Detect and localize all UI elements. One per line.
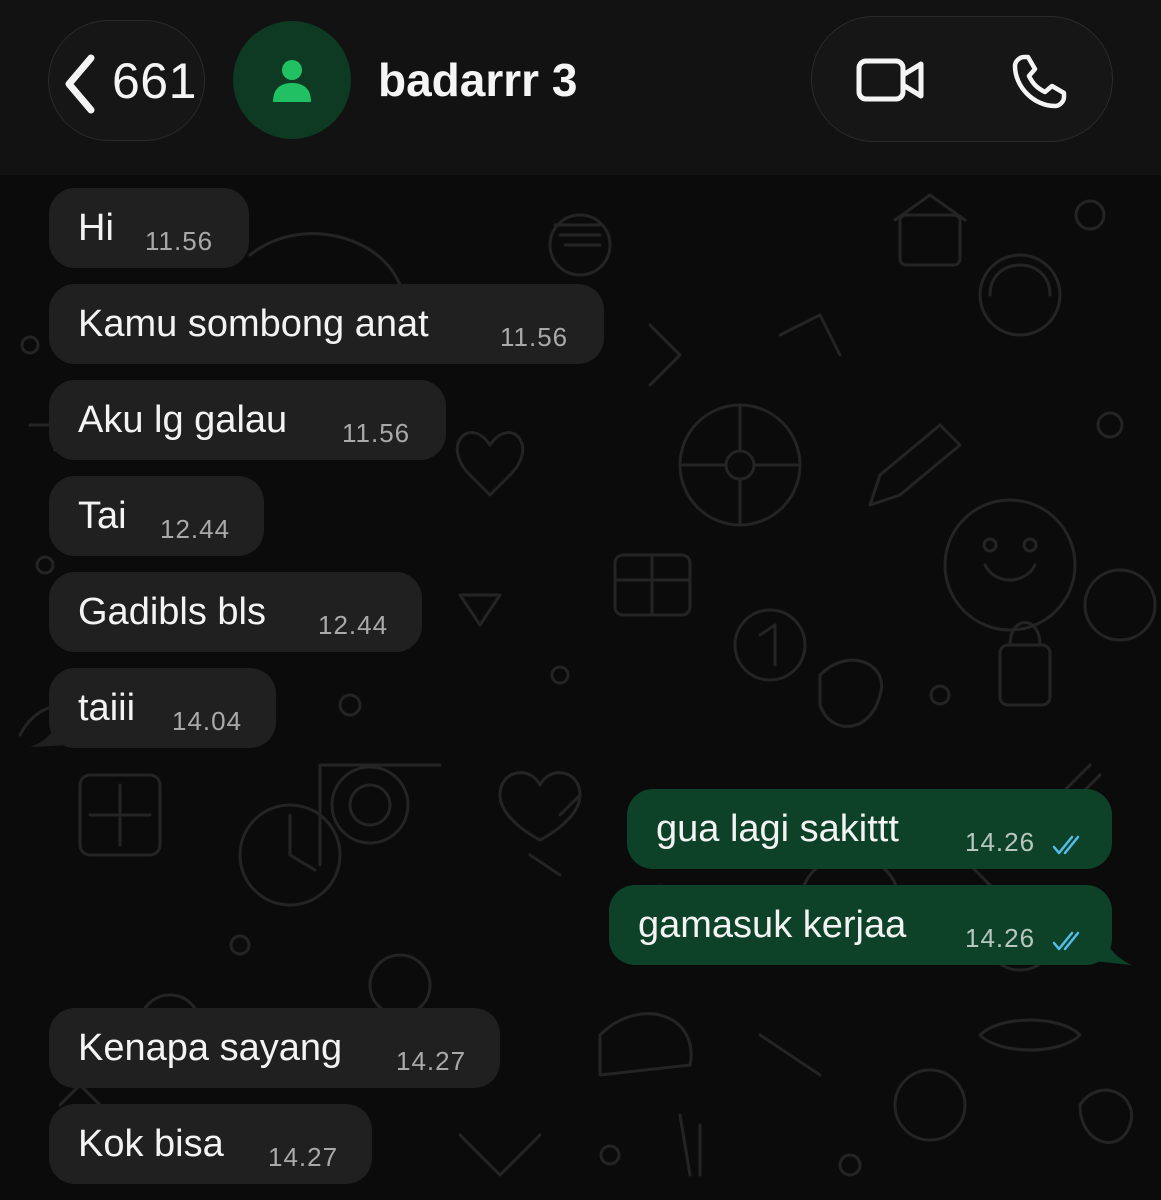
incoming-message[interactable]: Kok bisa 14.27 bbox=[49, 1104, 372, 1184]
read-receipt-icon bbox=[1052, 835, 1080, 855]
message-time: 12.44 bbox=[160, 514, 231, 544]
contact-name[interactable]: badarrr 3 bbox=[378, 53, 577, 107]
back-button[interactable]: 661 bbox=[48, 20, 205, 141]
incoming-message[interactable]: Kenapa sayang 14.27 bbox=[49, 1008, 500, 1088]
message-time: 11.56 bbox=[145, 226, 214, 256]
chat-header: 661 badarrr 3 bbox=[0, 0, 1161, 175]
message-text: Kamu sombong anat bbox=[78, 303, 429, 345]
message-time: 11.56 bbox=[342, 418, 411, 448]
message-time: 12.44 bbox=[318, 610, 389, 640]
message-time: 14.27 bbox=[268, 1142, 339, 1172]
message-text: Tai bbox=[78, 495, 127, 537]
message-time: 11.56 bbox=[500, 322, 569, 352]
incoming-message[interactable]: Tai 12.44 bbox=[49, 476, 264, 556]
message-time: 14.26 bbox=[965, 827, 1036, 857]
message-text: gua lagi sakittt bbox=[656, 808, 899, 850]
incoming-message[interactable]: Hi 11.56 bbox=[49, 188, 249, 268]
read-receipt-icon bbox=[1052, 931, 1080, 951]
message-text: Aku lg galau bbox=[78, 399, 288, 441]
incoming-message[interactable]: Gadibls bls 12.44 bbox=[49, 572, 422, 652]
message-text: Hi bbox=[78, 207, 114, 249]
avatar[interactable] bbox=[233, 21, 351, 139]
message-text: taiii bbox=[78, 687, 136, 729]
incoming-message[interactable]: taiii 14.04 bbox=[49, 668, 276, 748]
message-text: Gadibls bls bbox=[78, 591, 266, 633]
outgoing-message[interactable]: gamasuk kerjaa 14.26 bbox=[609, 885, 1112, 965]
message-time: 14.27 bbox=[396, 1046, 467, 1076]
incoming-message[interactable]: Aku lg galau 11.56 bbox=[49, 380, 446, 460]
message-list[interactable]: Hi 11.56 Kamu sombong anat 11.56 Aku lg … bbox=[0, 175, 1161, 1200]
message-text: gamasuk kerjaa bbox=[638, 904, 907, 946]
message-time: 14.04 bbox=[172, 706, 243, 736]
unread-count: 661 bbox=[112, 53, 197, 109]
message-text: Kok bisa bbox=[78, 1123, 224, 1165]
message-text: Kenapa sayang bbox=[78, 1027, 343, 1069]
incoming-message[interactable]: Kamu sombong anat 11.56 bbox=[49, 284, 604, 364]
person-icon bbox=[273, 60, 311, 102]
message-time: 14.26 bbox=[965, 923, 1036, 953]
chevron-left-icon bbox=[65, 54, 95, 114]
call-actions bbox=[811, 16, 1113, 142]
outgoing-message[interactable]: gua lagi sakittt 14.26 bbox=[627, 789, 1112, 869]
video-call-icon[interactable] bbox=[856, 55, 926, 105]
phone-icon[interactable] bbox=[1010, 53, 1068, 111]
